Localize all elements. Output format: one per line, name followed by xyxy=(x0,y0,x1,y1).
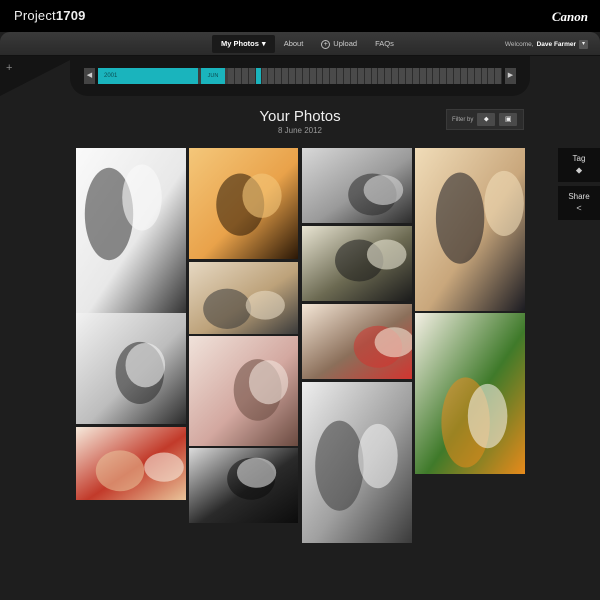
timeline-tick[interactable] xyxy=(426,68,434,84)
timeline-next-button[interactable]: ▶ xyxy=(505,68,516,84)
top-bar: Project1709 Canon xyxy=(0,0,600,32)
tag-label: Tag xyxy=(572,154,586,163)
timeline-tick[interactable] xyxy=(392,68,399,84)
timeline-month[interactable]: JUN xyxy=(201,68,225,84)
photo-thumbnail[interactable] xyxy=(302,148,412,223)
timeline: ◀ 2001 JUN ▶ xyxy=(70,56,530,96)
photo-thumbnail[interactable] xyxy=(189,262,298,334)
nav-upload-label: Upload xyxy=(333,39,358,48)
timeline-tick[interactable] xyxy=(337,68,344,84)
filter-camera-button[interactable]: ▣ xyxy=(499,113,518,126)
timeline-tick[interactable] xyxy=(357,68,365,84)
timeline-tick[interactable] xyxy=(419,68,427,84)
canon-logo[interactable]: Canon xyxy=(552,9,588,25)
photo-thumbnail[interactable] xyxy=(76,313,186,424)
timeline-tick[interactable] xyxy=(228,68,235,84)
timeline-tick[interactable] xyxy=(378,68,386,84)
timeline-tick[interactable] xyxy=(364,68,372,84)
timeline-tick[interactable] xyxy=(460,68,468,84)
timeline-tick[interactable] xyxy=(282,68,289,84)
tag-icon: ⬥ xyxy=(483,116,489,123)
timeline-tick[interactable] xyxy=(268,68,276,84)
welcome-prefix: Welcome, xyxy=(504,41,534,48)
timeline-tick[interactable] xyxy=(350,68,358,84)
timeline-tick[interactable] xyxy=(234,68,242,84)
nav-about[interactable]: About xyxy=(275,35,313,53)
chevron-down-icon: ▾ xyxy=(261,39,266,48)
timeline-tick[interactable] xyxy=(481,68,489,84)
timeline-tick[interactable] xyxy=(289,68,296,84)
timeline-track[interactable]: 2001 JUN xyxy=(98,68,503,84)
share-button[interactable]: Share < xyxy=(558,186,600,220)
timeline-tick[interactable] xyxy=(433,68,441,84)
timeline-year[interactable]: 2001 xyxy=(98,68,198,84)
photo-thumbnail[interactable] xyxy=(302,382,412,543)
timeline-tick[interactable] xyxy=(467,68,475,84)
timeline-tick[interactable] xyxy=(309,68,317,84)
nav-upload[interactable]: + Upload xyxy=(312,35,366,53)
timeline-tick[interactable] xyxy=(495,68,503,84)
share-label: Share xyxy=(568,192,590,201)
photo-thumbnail[interactable] xyxy=(189,448,298,523)
timeline-tick[interactable] xyxy=(488,68,496,84)
share-icon: < xyxy=(576,203,582,213)
nav-about-label: About xyxy=(283,39,304,48)
timeline-tick[interactable] xyxy=(440,68,448,84)
timeline-tick[interactable] xyxy=(302,68,310,84)
timeline-prev-button[interactable]: ◀ xyxy=(84,68,95,84)
app-logo[interactable]: Project1709 xyxy=(14,8,86,23)
brand-prefix: Project xyxy=(14,8,56,23)
nav-faqs[interactable]: FAQs xyxy=(366,35,403,53)
filter-tag-button[interactable]: ⬥ xyxy=(477,113,496,126)
tag-icon: ⬥ xyxy=(575,165,583,175)
timeline-tick[interactable] xyxy=(399,68,406,84)
nav-my-photos-label: My Photos xyxy=(221,39,259,48)
timeline-tick[interactable] xyxy=(323,68,331,84)
timeline-tick[interactable] xyxy=(330,68,338,84)
timeline-tick[interactable] xyxy=(344,68,351,84)
photo-thumbnail[interactable] xyxy=(189,336,298,446)
navigation-bar: My Photos ▾ About + Upload FAQs Welcome,… xyxy=(0,32,600,56)
timeline-tick[interactable] xyxy=(412,68,420,84)
photo-thumbnail[interactable] xyxy=(302,226,412,301)
timeline-tick[interactable] xyxy=(474,68,482,84)
timeline-tick[interactable] xyxy=(275,68,283,84)
filter-label: Filter by xyxy=(452,116,474,123)
camera-icon: ▣ xyxy=(505,116,512,123)
timeline-tick[interactable] xyxy=(316,68,324,84)
timeline-tick[interactable] xyxy=(241,68,249,84)
main-nav: My Photos ▾ About + Upload FAQs xyxy=(212,35,403,53)
timeline-tick[interactable] xyxy=(371,68,379,84)
photo-thumbnail[interactable] xyxy=(76,427,186,500)
timeline-tick[interactable] xyxy=(447,68,454,84)
timeline-tick[interactable] xyxy=(248,68,256,84)
user-name: Dave Farmer xyxy=(536,41,576,48)
plus-circle-icon: + xyxy=(321,39,331,49)
nav-my-photos[interactable]: My Photos ▾ xyxy=(212,35,275,53)
chevron-down-icon[interactable]: ▾ xyxy=(579,40,588,49)
photo-thumbnail[interactable] xyxy=(189,148,298,259)
timeline-tick[interactable] xyxy=(385,68,393,84)
timeline-tick[interactable] xyxy=(405,68,413,84)
tag-button[interactable]: Tag ⬥ xyxy=(558,148,600,182)
user-menu[interactable]: Welcome, Dave Farmer ▾ xyxy=(505,40,588,49)
timeline-ticks[interactable] xyxy=(228,68,503,84)
photo-thumbnail[interactable] xyxy=(76,148,186,313)
plus-icon[interactable]: + xyxy=(6,62,12,74)
brand-number: 1709 xyxy=(55,8,86,23)
filter-bar: Filter by ⬥ ▣ xyxy=(446,109,524,130)
timeline-tick[interactable] xyxy=(454,68,461,84)
photo-thumbnail[interactable] xyxy=(415,148,525,311)
nav-faqs-label: FAQs xyxy=(375,39,394,48)
timeline-tick[interactable] xyxy=(295,68,303,84)
photo-thumbnail[interactable] xyxy=(302,304,412,379)
photo-thumbnail[interactable] xyxy=(415,313,525,474)
timeline-tick[interactable] xyxy=(261,68,269,84)
